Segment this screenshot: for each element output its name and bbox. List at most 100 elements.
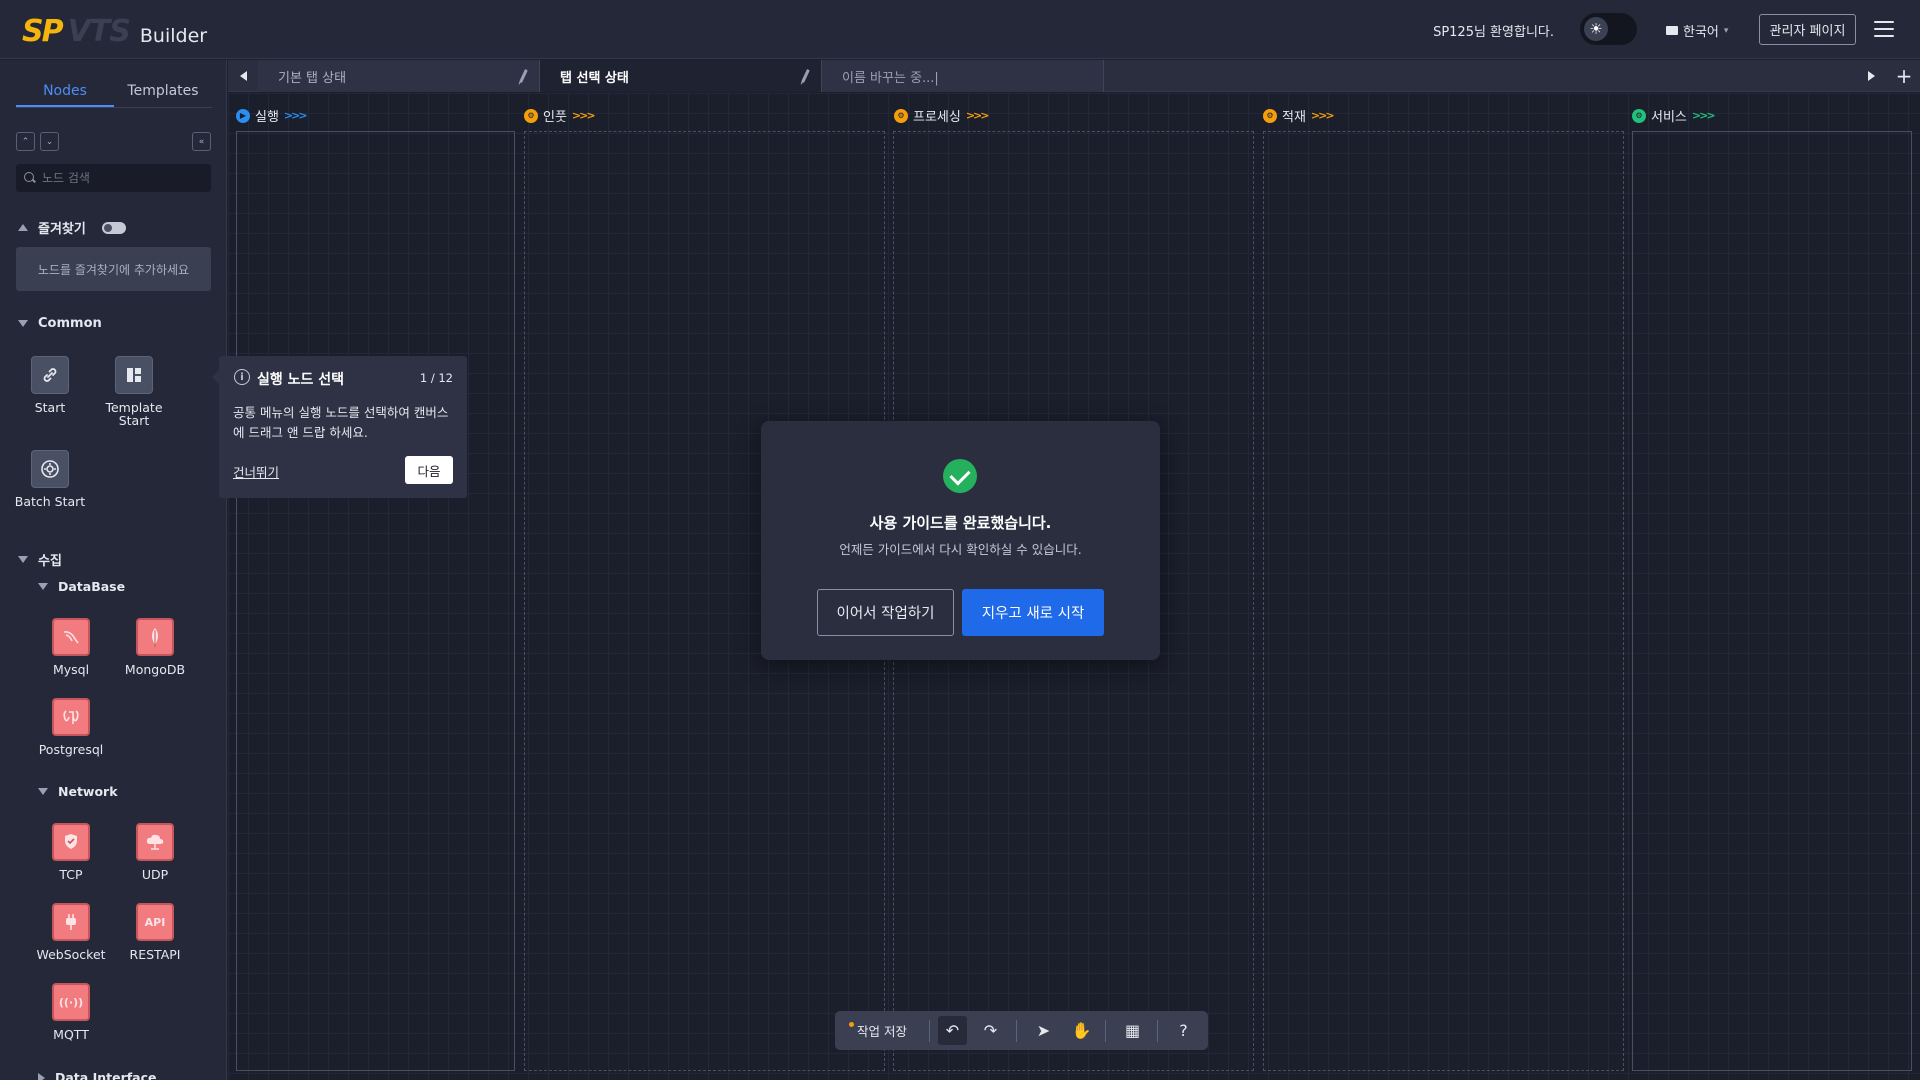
check-circle-icon <box>943 459 977 493</box>
chevrons-icon: >>> <box>283 109 308 122</box>
restart-button[interactable]: 지우고 새로 시작 <box>962 589 1104 636</box>
node-postgresql[interactable]: Postgresql <box>29 698 113 756</box>
modal-title: 사용 가이드를 완료했습니다. <box>869 514 1052 532</box>
lane-label: 실행 <box>255 110 279 125</box>
node-udp[interactable]: UDP <box>113 823 197 881</box>
hand-icon[interactable]: ✋ <box>1067 1016 1096 1045</box>
admin-page-button[interactable]: 관리자 페이지 <box>1759 14 1856 45</box>
data-interface-header[interactable]: Data Interface <box>38 1070 157 1080</box>
node-search-input[interactable] <box>42 171 202 185</box>
expand-icon <box>38 1072 45 1080</box>
node-label: Start <box>34 400 66 415</box>
lane-header-run: ▶ 실행 >>> <box>236 106 308 125</box>
plug-icon <box>52 903 90 941</box>
collapse-all-icon[interactable]: ⌄ <box>40 132 59 151</box>
add-tab-icon[interactable]: + <box>1892 64 1916 88</box>
node-label: Batch Start <box>14 494 86 509</box>
lane-label: 프로세싱 <box>913 110 961 125</box>
sidebar-tabs: Nodes Templates <box>16 76 212 108</box>
expand-icon <box>18 320 28 327</box>
node-mysql[interactable]: Mysql <box>29 618 113 676</box>
chevrons-icon: >>> <box>965 109 990 122</box>
hamburger-menu-icon[interactable] <box>1874 18 1894 40</box>
app-logo[interactable]: SP VTS Builder <box>22 14 207 49</box>
shield-network-icon <box>52 823 90 861</box>
divider <box>1157 1020 1158 1042</box>
node-mongodb[interactable]: MongoDB <box>113 618 197 676</box>
tab-nodes[interactable]: Nodes <box>16 76 114 107</box>
common-title: Common <box>38 316 102 331</box>
node-label: WebSocket <box>36 947 106 962</box>
node-start[interactable]: Start <box>8 356 92 414</box>
sun-icon: ☀ <box>1584 17 1608 41</box>
node-batch-start[interactable]: Batch Start <box>8 450 92 508</box>
collapse-icon <box>18 224 28 231</box>
continue-button[interactable]: 이어서 작업하기 <box>817 589 954 636</box>
expand-icon <box>38 788 48 795</box>
gear-dot-icon: ⚙ <box>1632 108 1646 123</box>
lane-header-input: ⚙ 인풋 >>> <box>524 106 596 125</box>
favorites-toggle[interactable] <box>101 221 126 234</box>
lane-load[interactable] <box>1263 131 1624 1071</box>
node-restapi[interactable]: API RESTAPI <box>113 903 197 961</box>
app-header: SP VTS Builder SP125님 환영합니다. ☀ 한국어 ▾ 관리자… <box>0 0 1920 59</box>
scroll-tabs-right-icon[interactable] <box>1856 60 1886 92</box>
skip-link[interactable]: 건너뛰기 <box>233 462 279 481</box>
tab-default[interactable]: 기본 탭 상태 <box>258 60 540 92</box>
save-button[interactable]: 작업 저장 <box>843 1016 917 1045</box>
database-header[interactable]: DataBase <box>38 579 125 594</box>
favorites-header[interactable]: 즐겨찾기 <box>18 218 126 237</box>
layout-icon <box>115 356 153 394</box>
node-label: TCP <box>59 867 83 882</box>
network-header[interactable]: Network <box>38 784 118 799</box>
gear-icon <box>31 450 69 488</box>
node-sidebar: Nodes Templates ⌃ ⌄ « 즐겨찾기 노드를 즐겨찾기에 추가하… <box>0 60 227 1080</box>
node-label: MongoDB <box>124 662 186 677</box>
common-header[interactable]: Common <box>18 316 102 331</box>
expand-all-icon[interactable]: ⌃ <box>16 132 35 151</box>
chevrons-icon: >>> <box>1310 109 1335 122</box>
tooltip-body: 공통 메뉴의 실행 노드를 선택하여 캔버스에 드래그 앤 드랍 하세요. <box>233 405 449 440</box>
guide-complete-modal: 사용 가이드를 완료했습니다. 언제든 가이드에서 다시 확인하실 수 있습니다… <box>761 421 1160 660</box>
redo-icon[interactable]: ↷ <box>976 1016 1005 1045</box>
favorites-title: 즐겨찾기 <box>38 222 86 237</box>
collapse-sidebar-icon[interactable]: « <box>192 132 211 151</box>
tab-renaming[interactable]: 이름 바꾸는 중...| <box>822 60 1104 92</box>
lane-run[interactable] <box>236 131 515 1071</box>
lane-service[interactable] <box>1632 131 1912 1071</box>
node-mqtt[interactable]: ((·)) MQTT <box>29 983 113 1041</box>
edit-icon[interactable] <box>801 69 810 83</box>
lane-label: 적재 <box>1282 110 1306 125</box>
chevrons-icon: >>> <box>1691 109 1716 122</box>
map-icon[interactable]: ▦ <box>1118 1016 1147 1045</box>
node-search <box>16 164 211 192</box>
theme-toggle[interactable]: ☀ <box>1580 13 1637 45</box>
language-select[interactable]: 한국어 ▾ <box>1666 21 1728 40</box>
postgresql-icon <box>52 698 90 736</box>
node-websocket[interactable]: WebSocket <box>29 903 113 961</box>
next-button[interactable]: 다음 <box>405 456 453 484</box>
lane-header-service: ⚙ 서비스 >>> <box>1632 106 1716 125</box>
network-title: Network <box>58 784 118 799</box>
guide-tooltip: i 실행 노드 선택 1 / 12 공통 메뉴의 실행 노드를 선택하여 캔버스… <box>212 356 467 498</box>
scroll-tabs-left-icon[interactable] <box>228 60 258 92</box>
link-icon <box>31 356 69 394</box>
expand-icon <box>18 556 28 563</box>
play-icon: ▶ <box>236 108 250 123</box>
edit-icon[interactable] <box>519 69 528 83</box>
tab-selected[interactable]: 탭 선택 상태 <box>540 60 822 92</box>
canvas-toolbar: 작업 저장 ↶ ↷ ➤ ✋ ▦ ? <box>835 1011 1208 1050</box>
tab-rename-input[interactable]: 이름 바꾸는 중...| <box>842 67 939 86</box>
tab-templates[interactable]: Templates <box>114 76 212 107</box>
chevron-down-icon: ▾ <box>1723 25 1729 36</box>
tooltip-title: 실행 노드 선택 <box>257 372 345 388</box>
node-template-start[interactable]: Template Start <box>92 356 176 427</box>
pointer-icon[interactable]: ➤ <box>1029 1016 1058 1045</box>
logo-sp: SP <box>22 14 64 49</box>
chevrons-icon: >>> <box>571 109 596 122</box>
help-icon[interactable]: ? <box>1169 1016 1198 1045</box>
node-tcp[interactable]: TCP <box>29 823 113 881</box>
collect-header[interactable]: 수집 <box>18 550 62 569</box>
save-label: 작업 저장 <box>857 1024 907 1039</box>
undo-icon[interactable]: ↶ <box>938 1016 967 1045</box>
